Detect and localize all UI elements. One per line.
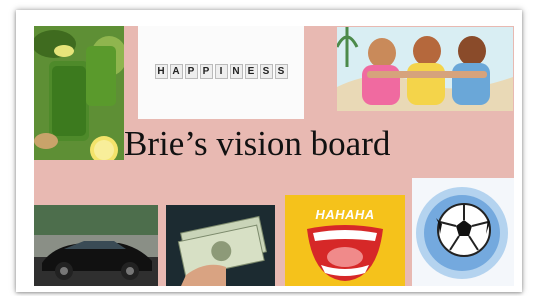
green-juice-image [34,26,124,160]
letter-tile: S [274,64,288,79]
friends-image [337,27,513,111]
letter-tile: E [244,64,258,79]
letter-tile: P [199,64,213,79]
letter-tile: S [259,64,273,79]
letter-tile: A [169,64,183,79]
board-title: Brie’s vision board [124,124,391,163]
letter-tile: H [154,64,168,79]
money-image [166,205,275,286]
letter-tile: N [229,64,243,79]
happiness-word: H A P P I N E S S [138,64,304,79]
letter-tile: I [214,64,228,79]
car-image [34,205,158,286]
letter-tile: P [184,64,198,79]
soccer-ball-image [412,178,514,286]
hahaha-text: HAHAHA [315,207,375,222]
laughing-mouth-image: HAHAHA [285,195,405,286]
happiness-tile: H A P P I N E S S [138,26,304,119]
